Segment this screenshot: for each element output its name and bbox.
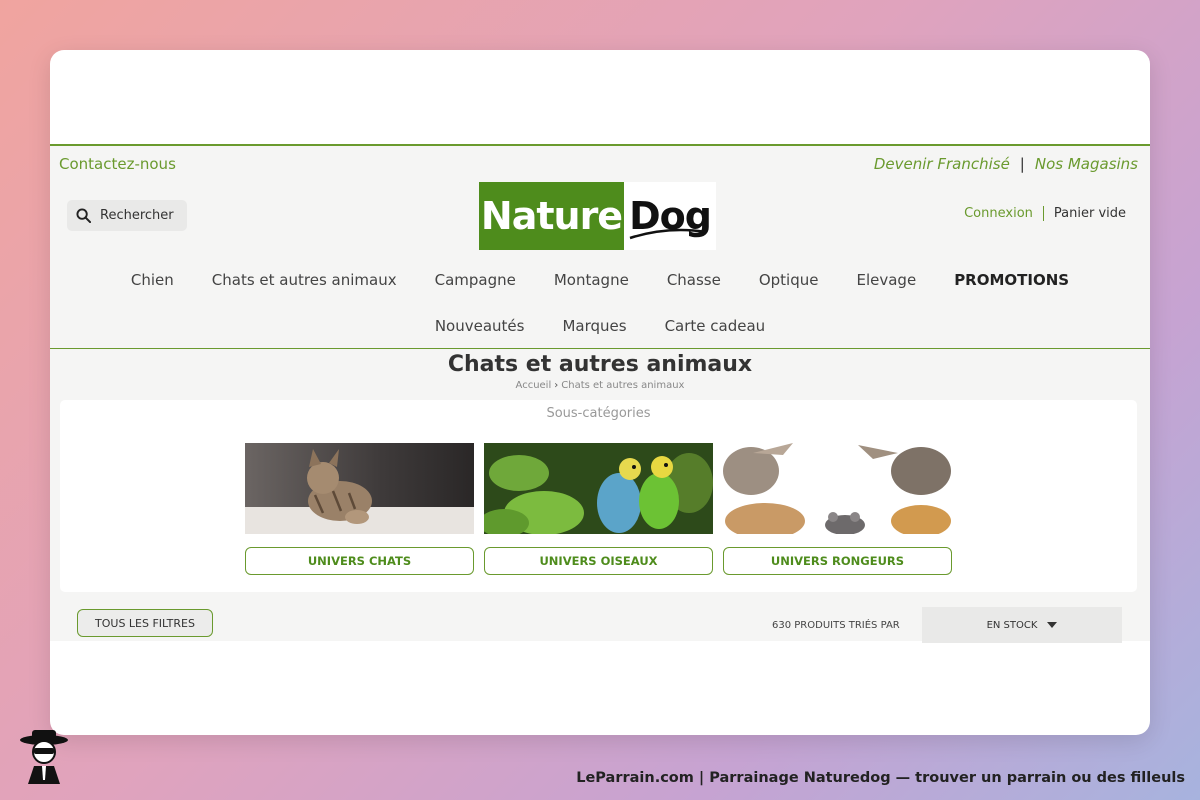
- subcategory-cats[interactable]: UNIVERS CHATS: [245, 443, 474, 575]
- account-links: Connexion Panier vide: [964, 206, 1126, 221]
- main-nav: Chien Chats et autres animaux Campagne M…: [50, 271, 1150, 289]
- product-count: 630 PRODUITS TRIÉS PAR: [772, 620, 900, 631]
- logo-swoosh-icon: [629, 228, 707, 240]
- sort-value: EN STOCK: [986, 619, 1038, 631]
- nav-item-optique[interactable]: Optique: [759, 271, 819, 289]
- search-label: Rechercher: [100, 208, 174, 223]
- nav-item-nouveautes[interactable]: Nouveautés: [435, 317, 525, 335]
- logo-nature: Nature: [479, 182, 624, 250]
- nav-item-chasse[interactable]: Chasse: [667, 271, 721, 289]
- login-link[interactable]: Connexion: [964, 206, 1044, 221]
- top-bar: Contactez-nous Devenir Franchisé | Nos Mag…: [50, 146, 1150, 180]
- nav-item-carte-cadeau[interactable]: Carte cadeau: [665, 317, 766, 335]
- cart-link[interactable]: Panier vide: [1044, 206, 1126, 221]
- stores-link[interactable]: Nos Magasins: [1035, 155, 1138, 173]
- all-filters-button[interactable]: TOUS LES FILTRES: [77, 609, 213, 637]
- nav-item-campagne[interactable]: Campagne: [435, 271, 516, 289]
- breadcrumb-home[interactable]: Accueil: [516, 380, 552, 391]
- site-header: Contactez-nous Devenir Franchisé | Nos Mag…: [50, 144, 1150, 643]
- sort-select[interactable]: EN STOCK: [922, 607, 1122, 643]
- nav-item-montagne[interactable]: Montagne: [554, 271, 629, 289]
- page-title: Chats et autres animaux: [447, 352, 753, 377]
- leparrain-mascot-icon: [20, 730, 68, 784]
- nav-item-chats[interactable]: Chats et autres animaux: [212, 271, 397, 289]
- kitten-image[interactable]: [245, 443, 474, 534]
- nav-item-promotions[interactable]: PROMOTIONS: [954, 271, 1069, 289]
- nav-item-elevage[interactable]: Elevage: [856, 271, 916, 289]
- chevron-right-icon: ›: [554, 380, 559, 391]
- rodents-image[interactable]: [723, 443, 952, 534]
- nav-item-chien[interactable]: Chien: [131, 271, 174, 289]
- univers-oiseaux-button[interactable]: UNIVERS OISEAUX: [484, 547, 713, 575]
- top-links-separator: |: [1019, 155, 1025, 173]
- subcategories-panel: Sous-catégories UNIVERS CHATS UNIVERS OI…: [60, 400, 1137, 592]
- browser-card: Contactez-nous Devenir Franchisé | Nos Mag…: [50, 50, 1150, 735]
- naturedog-logo[interactable]: Nature Dog: [479, 182, 716, 250]
- nav-divider: [50, 348, 1150, 349]
- subcategory-birds[interactable]: UNIVERS OISEAUX: [484, 443, 713, 575]
- search-icon: [76, 208, 91, 223]
- univers-chats-button[interactable]: UNIVERS CHATS: [245, 547, 474, 575]
- secondary-nav: Nouveautés Marques Carte cadeau: [50, 317, 1150, 335]
- budgies-image[interactable]: [484, 443, 713, 534]
- subcategories-title: Sous-catégories: [546, 406, 651, 421]
- nav-item-marques[interactable]: Marques: [562, 317, 626, 335]
- top-links: Devenir Franchisé | Nos Magasins: [874, 155, 1138, 173]
- caret-down-icon: [1047, 622, 1058, 628]
- univers-rongeurs-button[interactable]: UNIVERS RONGEURS: [723, 547, 952, 575]
- breadcrumb-current: Chats et autres animaux: [561, 380, 685, 391]
- breadcrumb: Accueil › Chats et autres animaux: [50, 380, 1150, 391]
- logo-dog: Dog: [624, 182, 716, 250]
- footer-caption: LeParrain.com | Parrainage Naturedog — t…: [576, 770, 1185, 786]
- search-button[interactable]: Rechercher: [67, 200, 187, 231]
- subcategory-rodents[interactable]: UNIVERS RONGEURS: [723, 443, 952, 575]
- franchise-link[interactable]: Devenir Franchisé: [874, 155, 1010, 173]
- contact-link[interactable]: Contactez-nous: [59, 155, 176, 173]
